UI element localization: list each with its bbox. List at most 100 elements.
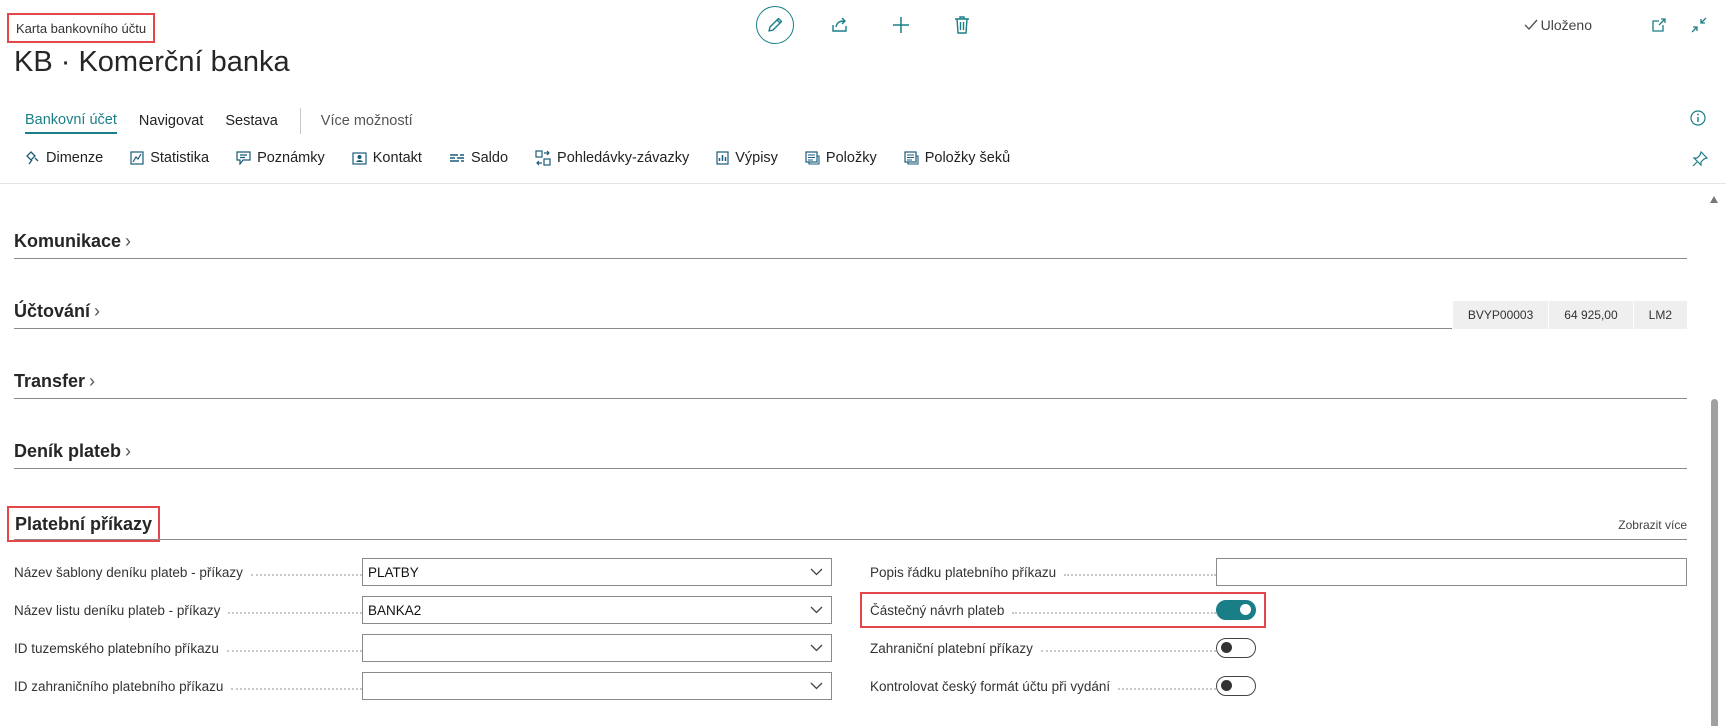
field-label: Kontrolovat český formát účtu při vydání [870,679,1216,694]
fasttab-title[interactable]: Deník plateb › [14,441,131,462]
toggle-knob [1240,604,1251,615]
action-bar: Bankovní účet Navigovat Sestava Více mož… [14,108,435,134]
notes-icon [236,151,251,165]
journal-batch-select[interactable]: BANKA2 [362,596,832,624]
journal-template-select[interactable]: PLATBY [362,558,832,586]
label-text: ID tuzemského platebního příkazu [14,640,219,656]
fasttab-title[interactable]: Transfer › [14,371,95,392]
leader-dots [1118,688,1216,690]
share-icon [832,17,847,32]
fasttab-komunikace[interactable]: Komunikace › [14,228,1687,259]
label-text: Název šablony deníku plateb - příkazy [14,564,243,580]
action-label: Výpisy [735,150,778,166]
select-value: PLATBY [368,564,419,580]
chevron-down-icon [810,682,823,690]
contact-icon [352,151,367,165]
field-label: Popis řádku platebního příkazu [870,565,1216,580]
action-label: Pohledávky-závazky [557,150,690,166]
more-options-button[interactable]: Více možností [321,109,413,133]
action-label: Saldo [470,150,509,166]
plus-icon [893,17,909,33]
leader-dots [250,574,362,576]
receivables-payables-icon [535,150,551,166]
label-text: Název listu deníku plateb - příkazy [14,602,221,618]
partial-payment-toggle[interactable] [1216,600,1256,620]
saved-status: Uloženo [1524,17,1592,33]
balance-icon [449,154,464,162]
chevron-right-icon: › [125,441,132,461]
collapse-icon [1691,17,1707,33]
tab-bankovni-ucet[interactable]: Bankovní účet [25,108,117,134]
section-title-platebni-prikazy[interactable]: Platební příkazy [7,506,161,542]
check-czech-format-toggle[interactable] [1216,676,1256,696]
page-type-label: Karta bankovního účtu [7,13,156,43]
chevron-right-icon: › [89,371,96,391]
action-vypisy[interactable]: Výpisy [716,150,778,166]
trash-icon [955,16,969,34]
show-more-link[interactable]: Zobrazit více [1618,518,1687,532]
delete-button[interactable] [947,10,977,40]
fasttab-title[interactable]: Komunikace › [14,231,131,252]
fasttab-label: Komunikace [14,231,122,251]
order-line-description-input[interactable] [1216,558,1687,586]
field-label: ID zahraničního platebního příkazu [14,679,362,694]
chevron-right-icon: › [94,301,101,321]
info-button[interactable] [1690,110,1706,131]
action-poznamky[interactable]: Poznámky [236,150,325,166]
open-new-window-icon [1652,18,1666,32]
chevron-down-icon [810,606,823,614]
share-button[interactable] [825,10,855,40]
domestic-order-id-select[interactable] [362,634,832,662]
leader-dots [226,650,362,652]
leader-dots [1064,574,1216,576]
action-kontakt[interactable]: Kontakt [352,150,422,166]
field-order-line-description: Popis řádku platebního příkazu [870,557,1687,587]
toggle-knob [1221,680,1232,691]
foreign-payment-orders-toggle[interactable] [1216,638,1256,658]
leader-dots [1012,612,1216,614]
action-dimenze[interactable]: Dimenze [26,150,103,166]
tab-navigovat[interactable]: Navigovat [139,109,203,133]
edit-button[interactable] [756,6,794,44]
new-button[interactable] [886,10,916,40]
scroll-thumb[interactable] [1711,399,1718,726]
action-label: Kontakt [372,150,422,166]
foreign-order-id-select[interactable] [362,672,832,700]
field-label: Název listu deníku plateb - příkazy [14,603,362,618]
field-foreign-payment-orders: Zahraniční platební příkazy [870,633,1256,663]
fasttab-facts: BVYP00003 64 925,00 LM2 [1451,301,1687,329]
tab-sestava[interactable]: Sestava [225,109,277,133]
action-statistika[interactable]: Statistika [130,150,209,166]
fasttab-denik-plateb[interactable]: Deník plateb › [14,438,1687,469]
label-text: Popis řádku platebního příkazu [870,564,1057,580]
fasttab-title[interactable]: Účtování › [14,301,100,322]
action-saldo[interactable]: Saldo [449,150,508,166]
field-foreign-order-id: ID zahraničního platebního příkazu [14,671,832,701]
section-divider [14,539,1687,540]
pin-button[interactable] [1692,150,1709,172]
select-value: BANKA2 [368,602,422,618]
action-polozky[interactable]: Položky [805,150,877,166]
check-entries-icon [904,151,919,165]
promoted-actions: Dimenze Statistika Poznámky Kontakt Sald… [26,150,1037,166]
leader-dots [231,688,362,690]
action-polozky-seku[interactable]: Položky šeků [904,150,1010,166]
toggle-knob [1221,642,1232,653]
fact-value: LM2 [1632,301,1687,329]
chevron-down-icon [810,568,823,576]
top-right-area: Uloženo [1524,14,1710,36]
open-new-window-button[interactable] [1648,14,1670,36]
scroll-up-arrow-icon[interactable] [1710,196,1718,203]
action-pohledavky-zavazky[interactable]: Pohledávky-závazky [535,150,689,166]
fasttab-uctovani[interactable]: Účtování › BVYP00003 64 925,00 LM2 [14,298,1687,329]
action-bar-divider [299,108,301,134]
vertical-scrollbar[interactable] [1708,196,1720,726]
check-icon [1524,19,1538,31]
field-label: Název šablony deníku plateb - příkazy [14,565,362,580]
action-label: Dimenze [46,150,104,166]
pin-icon [1692,150,1709,167]
fasttab-transfer[interactable]: Transfer › [14,368,1687,399]
collapse-button[interactable] [1688,14,1710,36]
field-label: Zahraniční platební příkazy [870,641,1216,656]
label-text: ID zahraničního platebního příkazu [14,678,224,694]
